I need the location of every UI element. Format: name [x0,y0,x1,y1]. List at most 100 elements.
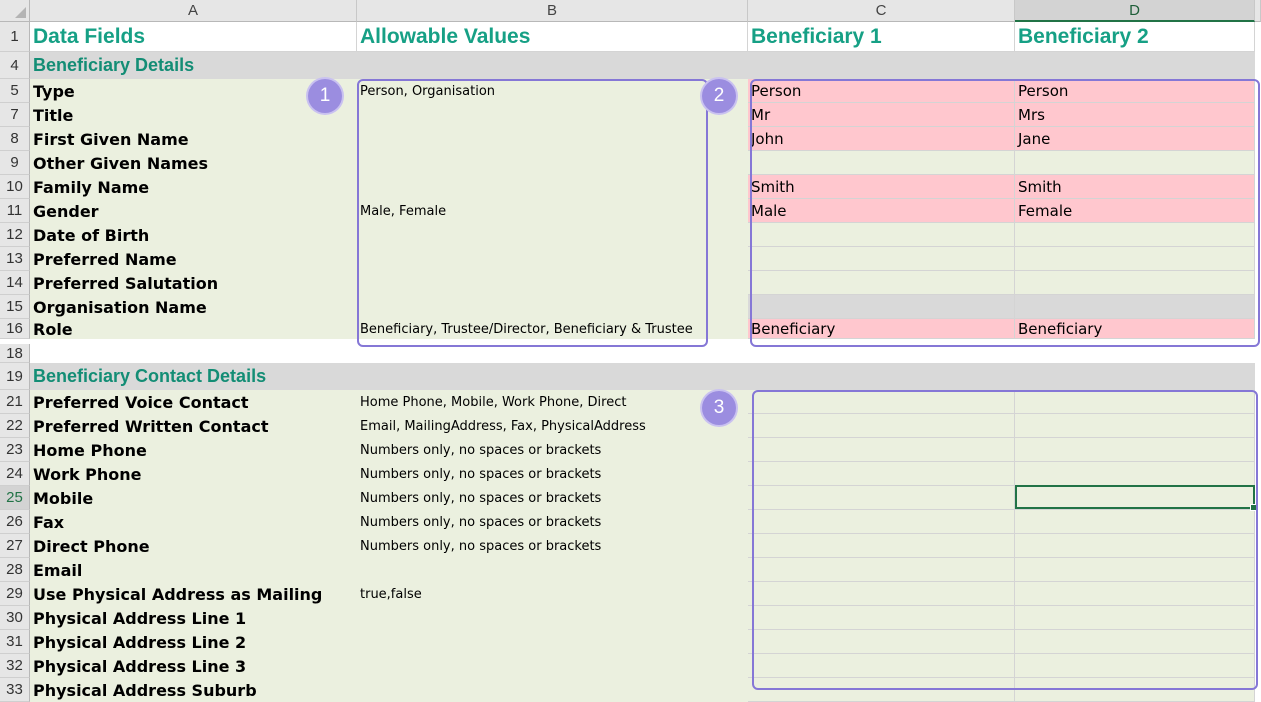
column-header-d[interactable]: D [1015,0,1255,22]
cell[interactable] [1255,199,1261,223]
row-number[interactable]: 29 [0,582,30,606]
row-number[interactable]: 23 [0,438,30,462]
allowable-values-cell[interactable] [357,654,748,678]
field-name-cell[interactable]: Family Name [30,175,357,199]
row-number[interactable]: 24 [0,462,30,486]
cell[interactable] [1255,606,1261,630]
cell[interactable] [1255,582,1261,606]
beneficiary-1-cell[interactable] [748,486,1015,510]
row-number[interactable]: 11 [0,199,30,223]
row-number[interactable]: 4 [0,52,30,79]
field-name-cell[interactable]: Direct Phone [30,534,357,558]
allowable-values-cell[interactable] [357,630,748,654]
row-number[interactable]: 32 [0,654,30,678]
beneficiary-1-cell[interactable] [748,534,1015,558]
cell[interactable] [1255,79,1261,103]
cell[interactable] [1255,630,1261,654]
beneficiary-1-cell[interactable] [748,462,1015,486]
cell[interactable] [1255,175,1261,199]
header-beneficiary-1[interactable]: Beneficiary 1 [748,22,1015,52]
field-name-cell[interactable]: Other Given Names [30,151,357,175]
allowable-values-cell[interactable] [357,247,748,271]
beneficiary-1-cell[interactable] [748,654,1015,678]
beneficiary-2-cell[interactable] [1015,510,1255,534]
field-name-cell[interactable]: Gender [30,199,357,223]
beneficiary-2-cell[interactable]: Female [1015,199,1255,223]
beneficiary-1-cell[interactable] [748,582,1015,606]
beneficiary-1-cell[interactable]: John [748,127,1015,151]
cell[interactable] [1255,438,1261,462]
row-number[interactable]: 5 [0,79,30,103]
field-name-cell[interactable]: Role [30,319,357,339]
row-number[interactable]: 21 [0,390,30,414]
cell[interactable] [1255,22,1261,52]
allowable-values-cell[interactable]: Email, MailingAddress, Fax, PhysicalAddr… [357,414,748,438]
row-number[interactable]: 31 [0,630,30,654]
column-header-c[interactable]: C [748,0,1015,22]
beneficiary-2-cell[interactable] [1015,151,1255,175]
beneficiary-2-cell[interactable] [1015,534,1255,558]
allowable-values-cell[interactable] [357,558,748,582]
header-allowable-values[interactable]: Allowable Values [357,22,748,52]
row-number[interactable]: 27 [0,534,30,558]
beneficiary-1-cell[interactable]: Mr [748,103,1015,127]
header-beneficiary-2[interactable]: Beneficiary 2 [1015,22,1255,52]
cell[interactable] [1255,462,1261,486]
field-name-cell[interactable]: Date of Birth [30,223,357,247]
row-number[interactable]: 12 [0,223,30,247]
allowable-values-cell[interactable] [357,606,748,630]
beneficiary-1-cell[interactable] [748,678,1015,702]
row-number[interactable]: 19 [0,363,30,390]
beneficiary-1-cell[interactable] [748,558,1015,582]
cell[interactable] [1255,654,1261,678]
field-name-cell[interactable]: Physical Address Line 1 [30,606,357,630]
cell[interactable] [1255,151,1261,175]
cell[interactable] [1255,390,1261,414]
row-number[interactable]: 33 [0,678,30,702]
allowable-values-cell[interactable]: Person, Organisation [357,79,748,103]
row-number[interactable]: 1 [0,22,30,52]
spreadsheet[interactable]: A B C D 1 Data Fields Allowable Values B… [0,0,1261,702]
allowable-values-cell[interactable] [357,103,748,127]
cell[interactable] [1255,414,1261,438]
header-data-fields[interactable]: Data Fields [30,22,357,52]
beneficiary-2-cell[interactable] [1015,558,1255,582]
allowable-values-cell[interactable]: Male, Female [357,199,748,223]
beneficiary-2-cell[interactable] [1015,630,1255,654]
beneficiary-1-cell[interactable] [748,295,1015,319]
cell[interactable] [357,344,748,363]
beneficiary-2-cell[interactable] [1015,582,1255,606]
allowable-values-cell[interactable] [357,271,748,295]
active-cell-d25[interactable] [1015,485,1257,511]
field-name-cell[interactable]: Mobile [30,486,357,510]
column-header-a[interactable]: A [30,0,357,22]
field-name-cell[interactable]: Preferred Name [30,247,357,271]
beneficiary-1-cell[interactable]: Male [748,199,1015,223]
beneficiary-2-cell[interactable]: Mrs [1015,103,1255,127]
allowable-values-cell[interactable]: Numbers only, no spaces or brackets [357,438,748,462]
row-number[interactable]: 22 [0,414,30,438]
cell[interactable] [748,344,1015,363]
beneficiary-2-cell[interactable] [1015,438,1255,462]
beneficiary-1-cell[interactable] [748,151,1015,175]
field-name-cell[interactable]: Title [30,103,357,127]
cell[interactable] [1255,295,1261,319]
field-name-cell[interactable]: Work Phone [30,462,357,486]
column-header-e[interactable] [1255,0,1261,22]
field-name-cell[interactable]: Use Physical Address as Mailing [30,582,357,606]
allowable-values-cell[interactable] [357,295,748,319]
row-number[interactable]: 8 [0,127,30,151]
beneficiary-2-cell[interactable] [1015,390,1255,414]
beneficiary-2-cell[interactable]: Smith [1015,175,1255,199]
beneficiary-2-cell[interactable] [1015,654,1255,678]
field-name-cell[interactable]: Preferred Salutation [30,271,357,295]
row-number[interactable]: 13 [0,247,30,271]
beneficiary-2-cell[interactable] [1015,271,1255,295]
beneficiary-1-cell[interactable]: Person [748,79,1015,103]
beneficiary-1-cell[interactable]: Smith [748,175,1015,199]
cell[interactable] [1255,678,1261,702]
allowable-values-cell[interactable]: Home Phone, Mobile, Work Phone, Direct [357,390,748,414]
beneficiary-1-cell[interactable] [748,390,1015,414]
beneficiary-1-cell[interactable] [748,630,1015,654]
beneficiary-2-cell[interactable] [1015,223,1255,247]
